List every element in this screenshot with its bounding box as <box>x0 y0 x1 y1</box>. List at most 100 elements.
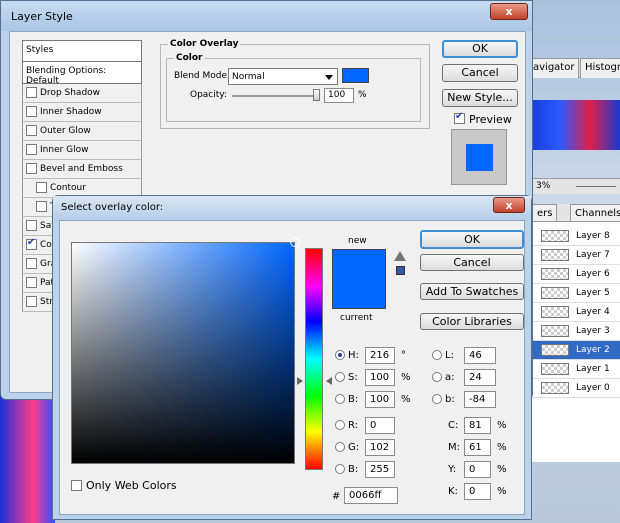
new-style-button[interactable]: New Style... <box>442 89 518 107</box>
blend-mode-select[interactable]: Normal <box>228 68 338 85</box>
tab-layers[interactable]: ers <box>532 204 558 221</box>
layer-thumbnail <box>541 344 569 356</box>
color-libraries-button[interactable]: Color Libraries <box>420 313 524 330</box>
layer-style-cancel-button[interactable]: Cancel <box>442 64 518 82</box>
cmyk-field[interactable]: 61 <box>464 439 491 456</box>
lab-radio[interactable] <box>432 372 442 382</box>
style-item-label: Drop Shadow <box>40 88 101 98</box>
cmyk-label: C: <box>448 420 459 431</box>
layer-row[interactable]: Layer 7 <box>521 246 620 265</box>
current-label: current <box>340 313 373 323</box>
lab-radio[interactable] <box>432 350 442 360</box>
layer-style-titlebar[interactable]: Layer Style x <box>1 1 532 31</box>
hue-slider-arrow-right[interactable] <box>326 377 332 386</box>
color-picker-titlebar[interactable]: Select overlay color: x <box>53 196 531 220</box>
new-label: new <box>348 236 367 246</box>
style-item[interactable]: Drop Shadow <box>22 84 142 103</box>
layer-name: Layer 3 <box>576 326 610 336</box>
layer-thumbnail <box>541 382 569 394</box>
cmyk-field[interactable]: 0 <box>464 461 491 478</box>
color-overlay-title: Color Overlay <box>168 39 241 49</box>
current-color-swatch[interactable] <box>332 279 386 309</box>
color-picker-cancel-button[interactable]: Cancel <box>420 254 524 271</box>
color-field-cursor[interactable] <box>290 237 300 247</box>
layer-style-ok-button[interactable]: OK <box>442 40 518 58</box>
hsb-field[interactable]: 100 <box>365 391 395 408</box>
cmyk-unit: % <box>497 486 507 497</box>
style-checkbox[interactable] <box>26 163 37 174</box>
hsb-field[interactable]: 216 <box>365 347 395 364</box>
hue-slider[interactable] <box>305 248 323 470</box>
color-field[interactable] <box>71 237 300 464</box>
layer-row[interactable]: Layer 5 <box>521 284 620 303</box>
only-web-colors-label: Only Web Colors <box>86 479 177 492</box>
overlay-color-swatch[interactable] <box>342 68 369 83</box>
hsb-field[interactable]: 100 <box>365 369 395 386</box>
preview-checkbox[interactable] <box>454 111 465 124</box>
tab-histogram[interactable]: Histogr <box>580 58 620 78</box>
tab-channels[interactable]: Channels <box>570 204 620 221</box>
style-item[interactable]: Inner Glow <box>22 141 142 160</box>
style-checkbox[interactable] <box>26 258 37 269</box>
style-checkbox[interactable] <box>26 220 37 231</box>
styles-header[interactable]: Styles <box>22 40 142 62</box>
color-picker-ok-button[interactable]: OK <box>420 230 524 249</box>
hsb-radio[interactable] <box>335 372 345 382</box>
style-checkbox[interactable] <box>26 87 37 98</box>
style-item[interactable]: Outer Glow <box>22 122 142 141</box>
style-checkbox[interactable] <box>26 125 37 136</box>
layer-style-title: Layer Style <box>11 10 73 23</box>
style-checkbox[interactable] <box>36 201 47 212</box>
lab-field[interactable]: -84 <box>464 391 496 408</box>
style-checkbox[interactable] <box>36 182 47 193</box>
layer-row[interactable]: Layer 1 <box>521 360 620 379</box>
style-item[interactable]: Inner Shadow <box>22 103 142 122</box>
cmyk-field[interactable]: 0 <box>464 483 491 500</box>
web-safe-swatch-icon[interactable] <box>396 266 405 275</box>
opacity-slider[interactable] <box>232 95 320 97</box>
tab-navigator[interactable]: avigator <box>528 58 580 78</box>
cmyk-field[interactable]: 81 <box>464 417 491 434</box>
layer-thumbnail <box>541 230 569 242</box>
layer-style-close-button[interactable]: x <box>490 3 528 20</box>
add-to-swatches-button[interactable]: Add To Swatches <box>420 283 524 300</box>
warning-icon[interactable] <box>394 251 406 261</box>
lab-field[interactable]: 24 <box>464 369 496 386</box>
rgb-radio[interactable] <box>335 420 345 430</box>
rgb-field[interactable]: 102 <box>365 439 395 456</box>
cmyk-label: Y: <box>448 464 457 475</box>
hue-slider-arrow-left[interactable] <box>297 377 303 386</box>
lab-radio[interactable] <box>432 394 442 404</box>
opacity-slider-thumb[interactable] <box>313 89 320 101</box>
style-checkbox[interactable] <box>26 106 37 117</box>
style-checkbox[interactable] <box>26 237 37 250</box>
only-web-colors-checkbox[interactable] <box>71 480 82 491</box>
style-checkbox[interactable] <box>26 277 37 288</box>
rgb-field[interactable]: 255 <box>365 461 395 478</box>
style-checkbox[interactable] <box>26 144 37 155</box>
layer-row[interactable]: Layer 4 <box>521 303 620 322</box>
hex-field[interactable]: 0066ff <box>344 487 398 504</box>
rgb-radio[interactable] <box>335 464 345 474</box>
rgb-field[interactable]: 0 <box>365 417 395 434</box>
layer-row[interactable]: Layer 6 <box>521 265 620 284</box>
style-checkbox[interactable] <box>26 296 37 307</box>
new-color-swatch <box>332 249 386 279</box>
layer-row[interactable]: Layer 3 <box>521 322 620 341</box>
rgb-radio[interactable] <box>335 442 345 452</box>
hsb-radio[interactable] <box>335 394 345 404</box>
blending-options-item[interactable]: Blending Options: Default <box>22 62 142 86</box>
blend-mode-value: Normal <box>232 72 265 82</box>
opacity-field[interactable]: 100 <box>324 88 354 103</box>
hex-label: # <box>332 491 341 502</box>
lab-field[interactable]: 46 <box>464 347 496 364</box>
layer-thumbnail <box>541 249 569 261</box>
layer-row[interactable]: Layer 8 <box>521 227 620 246</box>
hsb-radio[interactable] <box>335 350 345 360</box>
layer-row[interactable]: Layer 0 <box>521 379 620 398</box>
color-picker-close-button[interactable]: x <box>493 197 525 213</box>
zoom-slider[interactable] <box>576 186 616 187</box>
style-item[interactable]: Bevel and Emboss <box>22 160 142 179</box>
layer-row[interactable]: Layer 2 <box>521 341 620 360</box>
chevron-down-icon <box>325 75 333 80</box>
